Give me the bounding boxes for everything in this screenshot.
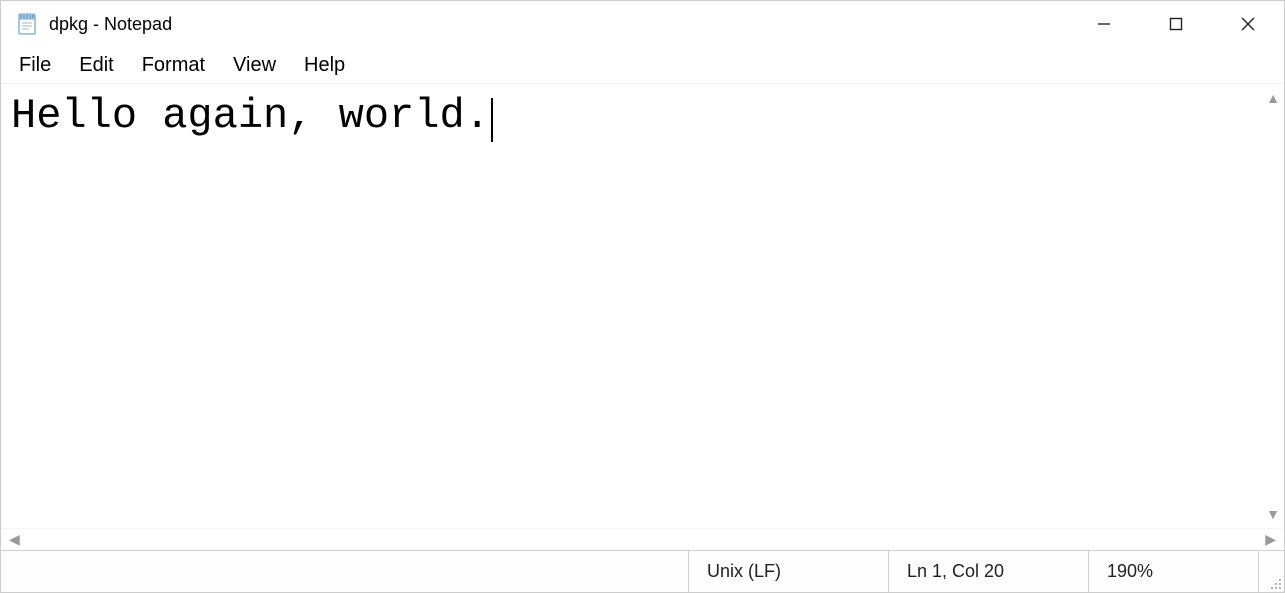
- horizontal-scrollbar[interactable]: ◀ ▶: [1, 528, 1284, 550]
- maximize-button[interactable]: [1140, 1, 1212, 47]
- menu-help[interactable]: Help: [290, 50, 359, 81]
- status-line-ending: Unix (LF): [688, 551, 888, 592]
- status-bar: Unix (LF) Ln 1, Col 20 190%: [1, 550, 1284, 592]
- text-editor[interactable]: Hello again, world.: [1, 84, 1262, 528]
- title-bar[interactable]: dpkg - Notepad: [1, 1, 1284, 47]
- close-button[interactable]: [1212, 1, 1284, 47]
- menu-format[interactable]: Format: [128, 50, 219, 81]
- editor-content: Hello again, world.: [11, 92, 490, 140]
- menu-edit[interactable]: Edit: [65, 50, 127, 81]
- vertical-scrollbar[interactable]: ▲ ▼: [1262, 84, 1284, 528]
- menu-file[interactable]: File: [5, 50, 65, 81]
- editor-area: Hello again, world. ▲ ▼ ◀ ▶: [1, 83, 1284, 550]
- notepad-window: dpkg - Notepad File Edit Format View Hel…: [0, 0, 1285, 593]
- scroll-right-icon[interactable]: ▶: [1265, 531, 1276, 548]
- scroll-down-icon[interactable]: ▼: [1266, 506, 1280, 522]
- menu-view[interactable]: View: [219, 50, 290, 81]
- scroll-up-icon[interactable]: ▲: [1266, 90, 1280, 106]
- minimize-button[interactable]: [1068, 1, 1140, 47]
- resize-grip[interactable]: [1258, 551, 1284, 592]
- menu-bar: File Edit Format View Help: [1, 47, 1284, 83]
- notepad-icon: [11, 12, 43, 36]
- scroll-left-icon[interactable]: ◀: [9, 531, 20, 548]
- window-title: dpkg - Notepad: [49, 14, 172, 35]
- status-zoom: 190%: [1088, 551, 1258, 592]
- status-spacer: [1, 551, 688, 592]
- text-caret: [491, 98, 493, 142]
- status-cursor-position: Ln 1, Col 20: [888, 551, 1088, 592]
